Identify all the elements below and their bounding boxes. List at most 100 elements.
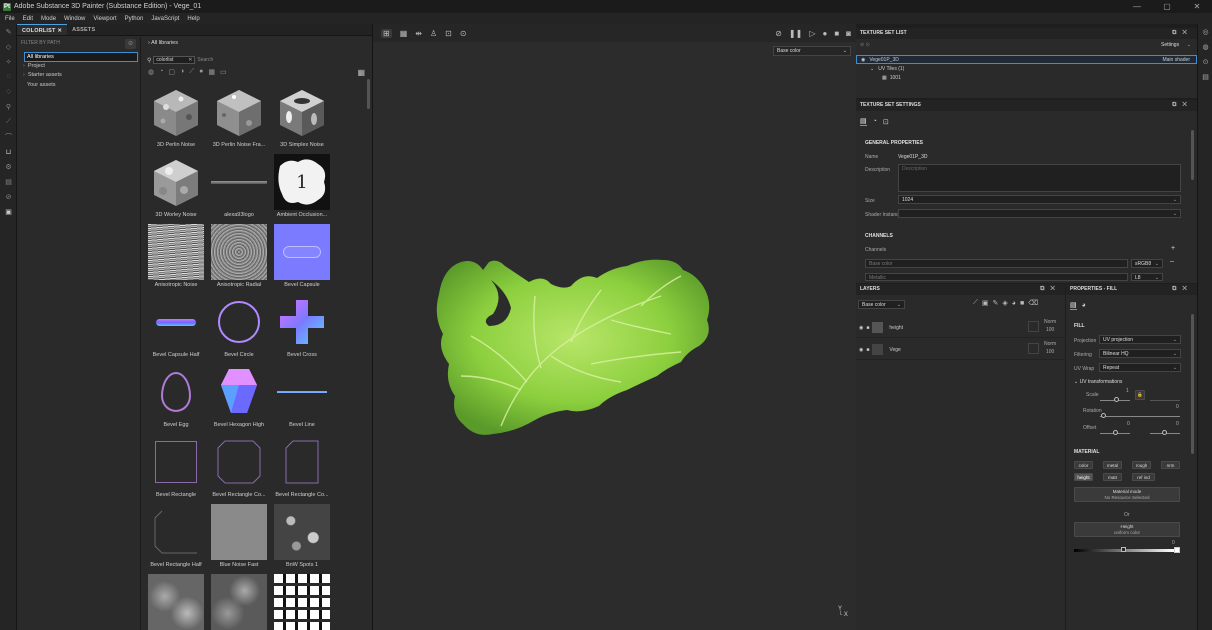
scale-slider-y[interactable] [1150, 400, 1180, 401]
history-icon[interactable]: ⊙ [460, 29, 467, 38]
chevron-right-icon[interactable]: › [23, 72, 25, 78]
asset-tile[interactable]: Bevel Capsule [271, 221, 333, 291]
scrollbar[interactable] [1191, 130, 1194, 180]
blend-mode[interactable]: Norm [1044, 319, 1056, 325]
asset-tile[interactable]: Bevel Egg [145, 361, 207, 431]
panel-controls[interactable]: ⧉✕ [1040, 284, 1061, 295]
hide-icon[interactable]: ⊘ [125, 39, 136, 49]
filter-brush-icon[interactable]: ⟋ [189, 68, 194, 76]
bake-icon[interactable]: ⊔ [0, 144, 17, 159]
channel-format-select[interactable]: L8 ⌄ [1131, 273, 1163, 281]
log-icon[interactable]: ▤ [1198, 69, 1212, 84]
clone-icon[interactable]: ⚲ [0, 99, 17, 114]
channel-select[interactable]: Base color ⌄ [773, 46, 851, 56]
frame-icon[interactable]: ⊡ [445, 29, 452, 38]
asset-tile[interactable] [145, 571, 207, 630]
asset-tile[interactable]: alexa93logo [208, 151, 270, 221]
menu-viewport[interactable]: Viewport [93, 16, 116, 22]
paint-layer-icon[interactable]: ✎ [993, 299, 999, 307]
asset-tile[interactable]: Bevel Cross [271, 291, 333, 361]
rotation-slider[interactable] [1100, 416, 1180, 417]
close-icon[interactable]: ✕ [57, 28, 62, 34]
scrollbar[interactable] [367, 79, 370, 109]
asset-tile[interactable]: BnW Spots 1 [271, 501, 333, 571]
pause-icon[interactable]: ❚❚ [789, 29, 802, 38]
filter-grid-icon[interactable]: ▦ [208, 68, 215, 76]
channel-format-select[interactable]: sRGB8 ⌄ [1131, 259, 1163, 268]
uvwrap-select[interactable]: Repeat ⌄ [1099, 363, 1181, 372]
globe-icon[interactable]: ◍ [1198, 39, 1212, 54]
settings-icon[interactable]: ⚙ [0, 159, 17, 174]
tab-material-icon[interactable]: ◕ [1082, 302, 1086, 309]
paint-brush-icon[interactable]: ✎ [0, 24, 17, 39]
panel-controls[interactable]: ⧉✕ [1172, 284, 1193, 295]
layers-icon[interactable]: ◎ [1198, 24, 1212, 39]
layer-channel-select[interactable]: Base color ⌄ [858, 300, 905, 309]
path-item-project[interactable]: › Project [17, 62, 140, 72]
minimize-button[interactable]: — [1122, 0, 1152, 13]
slider-knob[interactable] [1162, 430, 1167, 435]
picker-icon[interactable]: ⟋ [0, 114, 17, 129]
person-icon[interactable]: ♙ [430, 29, 437, 38]
generator-icon[interactable]: ◕ [1012, 300, 1016, 307]
panel-controls[interactable]: ⧉✕ [1172, 28, 1193, 39]
asset-tile[interactable]: Anisotropic Radial [208, 221, 270, 291]
menu-mode[interactable]: Mode [41, 16, 56, 22]
close-button[interactable]: ✕ [1182, 0, 1212, 13]
effect-icon[interactable]: ⟋ [973, 299, 978, 307]
render-icon[interactable]: ● [822, 29, 827, 38]
chevron-right-icon[interactable]: › [23, 63, 25, 69]
trash-icon[interactable]: ⌫ [1028, 299, 1038, 307]
asset-tile[interactable] [208, 571, 270, 630]
asset-tile[interactable]: 3D Simplex Noise [271, 81, 333, 151]
lock-icon[interactable]: 🔒 [1135, 390, 1145, 400]
tab-fill-icon[interactable]: ▤ [1070, 301, 1077, 310]
eye-icon[interactable]: ◉ [859, 347, 863, 353]
filter-sphere-icon[interactable]: ● [199, 68, 203, 76]
video-icon[interactable]: ■ [834, 29, 839, 38]
tslist-tools[interactable]: ⊘ ⊙ [860, 42, 870, 48]
clear-icon[interactable]: ✕ [188, 57, 192, 64]
shader-select[interactable]: ⌄ [898, 209, 1181, 218]
path-item-all-libraries[interactable]: All libraries [24, 52, 138, 62]
fill-layer-icon[interactable]: ◈ [1002, 299, 1007, 307]
asset-tile[interactable]: Anisotropic Noise [145, 221, 207, 291]
add-channel-button[interactable]: + [1171, 245, 1175, 252]
size-select[interactable]: 1024 ⌄ [898, 195, 1181, 204]
search-input[interactable]: colorlist ✕ [153, 56, 196, 64]
uv-transformations-toggle[interactable]: ⌄ UV transformations [1074, 379, 1122, 385]
asset-tile[interactable]: 3D Worley Noise [145, 151, 207, 221]
material-mode-field[interactable]: Material mode No Resource Selected [1074, 487, 1180, 502]
grid-view-icon[interactable]: ▦ [357, 68, 365, 77]
asset-tile[interactable]: 3D Perlin Noise [145, 81, 207, 151]
filter-texture-icon[interactable]: ▢ [168, 68, 175, 76]
asset-tile[interactable]: Blue Noise Fast [208, 501, 270, 571]
asset-tile[interactable]: Bevel Line [271, 361, 333, 431]
history-icon[interactable]: ⊙ [1198, 54, 1212, 69]
asset-tile[interactable]: Bevel Rectangle Co... [271, 431, 333, 501]
channel-metallic[interactable]: Metallic [865, 273, 1128, 281]
asset-tile[interactable]: Bevel Rectangle [145, 431, 207, 501]
color-swatch[interactable] [1174, 547, 1180, 553]
menu-python[interactable]: Python [125, 16, 144, 22]
asset-tile[interactable]: Bevel Circle [208, 291, 270, 361]
material-rough-button[interactable]: rough [1132, 461, 1151, 469]
tab-bake-icon[interactable]: ⊡ [883, 118, 889, 126]
slider-knob[interactable] [1101, 413, 1106, 418]
asset-tile[interactable]: Bevel Rectangle Co... [208, 431, 270, 501]
layer-opacity[interactable]: 100 [1046, 327, 1054, 333]
asset-tile[interactable]: Bevel Rectangle Half [145, 501, 207, 571]
tab-mesh-icon[interactable]: ◔ [873, 118, 877, 125]
screenshot-icon[interactable]: ◙ [846, 29, 851, 38]
menu-javascript[interactable]: JavaScript [151, 16, 179, 22]
document-icon[interactable]: ▣ [0, 204, 17, 219]
blend-mode[interactable]: Norm [1044, 341, 1056, 347]
menu-help[interactable]: Help [187, 16, 199, 22]
material-refind-button[interactable]: ref ind [1132, 473, 1155, 481]
filter-image-icon[interactable]: ▭ [220, 68, 227, 76]
material-matt-button[interactable]: matt [1103, 473, 1122, 481]
asset-tile[interactable]: 1 Ambient Occlusion... [271, 151, 333, 221]
channel-base-color[interactable]: Base color [865, 259, 1128, 268]
remove-channel-button[interactable]: – [1170, 258, 1174, 265]
asset-tile[interactable]: Bevel Capsule Half [145, 291, 207, 361]
